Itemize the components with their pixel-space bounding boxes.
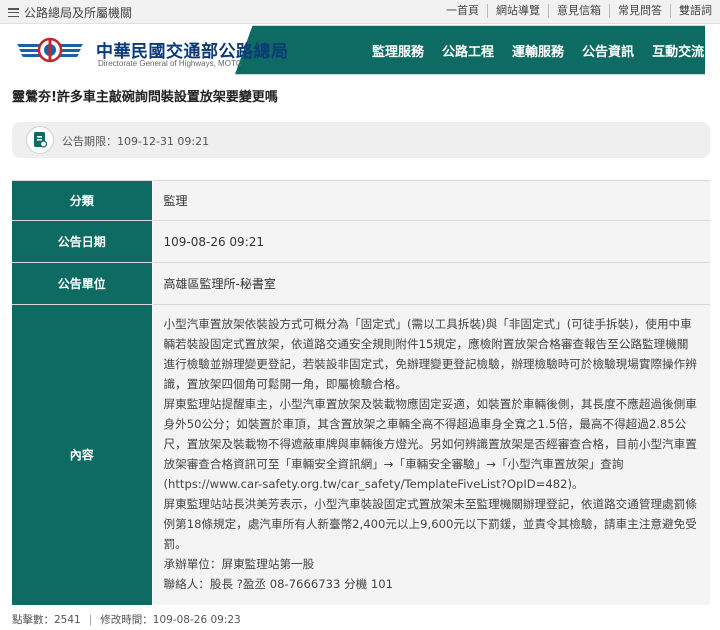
click-count: 點擊數：2541 xyxy=(12,614,81,626)
utility-link-faq[interactable]: 常見問答 xyxy=(609,4,670,18)
utility-link-home[interactable]: 一首頁 xyxy=(438,4,487,18)
article-info-table: 分類 監理 公告日期 109-08-26 09:21 公告單位 高雄區監理所-秘… xyxy=(12,180,710,605)
nav-item-vehicle-services[interactable]: 監理服務 xyxy=(372,41,424,60)
site-header: 中華民國交通部公路總局 Directorate General of Highw… xyxy=(0,25,720,75)
row-value-date: 109-08-26 09:21 xyxy=(152,220,710,263)
row-value-unit: 高雄區監理所-秘書室 xyxy=(152,262,710,305)
agency-menu[interactable]: 公路總局及所屬機關 xyxy=(8,4,132,21)
agency-menu-label: 公路總局及所屬機關 xyxy=(24,6,133,20)
utility-links: 一首頁 網站導覽 意見信箱 常見問答 雙語詞 xyxy=(438,4,720,18)
row-value-category: 監理 xyxy=(152,180,710,221)
utility-link-sitemap[interactable]: 網站導覽 xyxy=(487,4,548,18)
content-paragraph: 屏東監理站站長洪美芳表示，小型汽車裝設固定式置放架未至監理機關辦理登記，依道路交… xyxy=(163,496,697,551)
article-title: 靈鶯夯!許多車主敲碗詢問裝設置放架要變更嗎 xyxy=(12,90,278,105)
agency-logo-icon[interactable] xyxy=(15,35,85,65)
table-row: 內容 小型汽車置放架依裝設方式可概分為「固定式」(需以工具拆裝)與「非固定式」(… xyxy=(12,304,710,605)
table-row: 公告日期 109-08-26 09:21 xyxy=(12,220,710,263)
announce-period: 公告期限：109-12-31 09:21 xyxy=(62,135,210,148)
table-row: 公告單位 高雄區監理所-秘書室 xyxy=(12,262,710,305)
menu-icon xyxy=(8,8,19,17)
row-label-content: 內容 xyxy=(12,304,153,605)
row-label-category: 分類 xyxy=(12,180,153,221)
nav-item-transport-services[interactable]: 運輸服務 xyxy=(512,41,564,60)
row-label-date: 公告日期 xyxy=(12,220,153,263)
main-nav: 監理服務 公路工程 運輸服務 公告資訊 互動交流 xyxy=(372,41,704,60)
row-label-unit: 公告單位 xyxy=(12,262,153,305)
table-row: 分類 監理 xyxy=(12,180,710,221)
top-utility-bar: 公路總局及所屬機關 一首頁 網站導覽 意見信箱 常見問答 雙語詞 xyxy=(0,0,720,24)
nav-item-road-engineering[interactable]: 公路工程 xyxy=(442,41,494,60)
content-paragraph: 小型汽車置放架依裝設方式可概分為「固定式」(需以工具拆裝)與「非固定式」(可徒手… xyxy=(163,316,697,391)
row-value-content: 小型汽車置放架依裝設方式可概分為「固定式」(需以工具拆裝)與「非固定式」(可徒手… xyxy=(152,304,710,605)
content-paragraph: 屏東監理站提醒車主，小型汽車置放架及裝載物應固定妥適，如裝置於車輛後側，其長度不… xyxy=(163,396,697,491)
footer-divider: | xyxy=(88,614,93,626)
document-icon xyxy=(26,126,54,154)
content-paragraph: 承辦單位：屏東監理站第一股 xyxy=(163,556,315,571)
article-footer: 點擊數：2541 | 修改時間：109-08-26 09:23 xyxy=(12,612,241,627)
nav-item-announcements[interactable]: 公告資訊 xyxy=(582,41,634,60)
utility-link-bilingual[interactable]: 雙語詞 xyxy=(670,4,720,18)
content-paragraph: 聯絡人：股長 ?盈丞 08-7666733 分機 101 xyxy=(163,576,394,591)
announce-period-bar: 公告期限：109-12-31 09:21 xyxy=(12,122,710,158)
utility-link-feedback[interactable]: 意見信箱 xyxy=(548,4,609,18)
article-content: 小型汽車置放架依裝設方式可概分為「固定式」(需以工具拆裝)與「非固定式」(可徒手… xyxy=(164,314,700,594)
modified-time: 修改時間：109-08-26 09:23 xyxy=(100,614,241,626)
agency-english-name: Directorate General of Highways, MOTC xyxy=(98,59,242,68)
nav-item-interaction[interactable]: 互動交流 xyxy=(652,41,704,60)
